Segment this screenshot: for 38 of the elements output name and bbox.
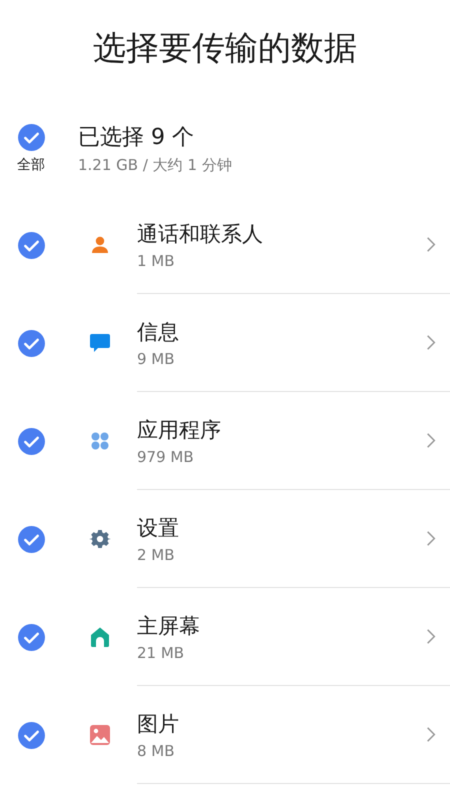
category-name: 通话和联系人 <box>137 220 264 248</box>
page-title: 选择要传输的数据 <box>92 27 358 69</box>
category-name: 信息 <box>137 318 180 346</box>
checkbox[interactable] <box>16 230 46 260</box>
category-size: 9 MB <box>137 350 176 368</box>
chevron-right-icon <box>426 334 436 351</box>
chevron-right-icon <box>426 530 436 547</box>
select-all-label: 全部 <box>17 156 45 174</box>
data-category-row[interactable]: 主屏幕 21 MB <box>0 588 450 686</box>
chevron-right-icon <box>426 432 436 449</box>
category-size: 979 MB <box>137 448 195 466</box>
chat-bubble-icon <box>88 331 112 355</box>
image-icon <box>88 723 112 747</box>
category-size: 21 MB <box>137 644 186 662</box>
checkbox[interactable] <box>16 328 46 358</box>
chevron-right-icon <box>426 726 436 743</box>
chevron-right-icon <box>426 628 436 645</box>
data-category-row[interactable]: 图片 8 MB <box>0 686 450 784</box>
category-name: 图片 <box>137 710 180 738</box>
category-name: 应用程序 <box>137 416 222 444</box>
chevron-right-icon <box>426 236 436 253</box>
data-category-row[interactable]: 设置 2 MB <box>0 490 450 588</box>
checkbox[interactable] <box>16 622 46 652</box>
data-category-row[interactable]: 通话和联系人 1 MB <box>0 196 450 294</box>
select-all-checkbox[interactable] <box>16 122 46 152</box>
data-category-row[interactable]: 应用程序 979 MB <box>0 392 450 490</box>
category-name: 设置 <box>137 514 180 542</box>
settings-icon <box>88 527 112 551</box>
category-size: 2 MB <box>137 546 176 564</box>
category-size: 8 MB <box>137 742 176 760</box>
category-name: 主屏幕 <box>137 612 201 640</box>
category-size: 1 MB <box>137 252 176 270</box>
checkbox[interactable] <box>16 524 46 554</box>
data-category-row[interactable]: 信息 9 MB <box>0 294 450 392</box>
checkbox[interactable] <box>16 720 46 750</box>
selection-detail: 1.21 GB / 大约 1 分钟 <box>78 156 232 174</box>
selection-summary: 已选择 9 个 <box>78 124 195 152</box>
checkbox[interactable] <box>16 426 46 456</box>
